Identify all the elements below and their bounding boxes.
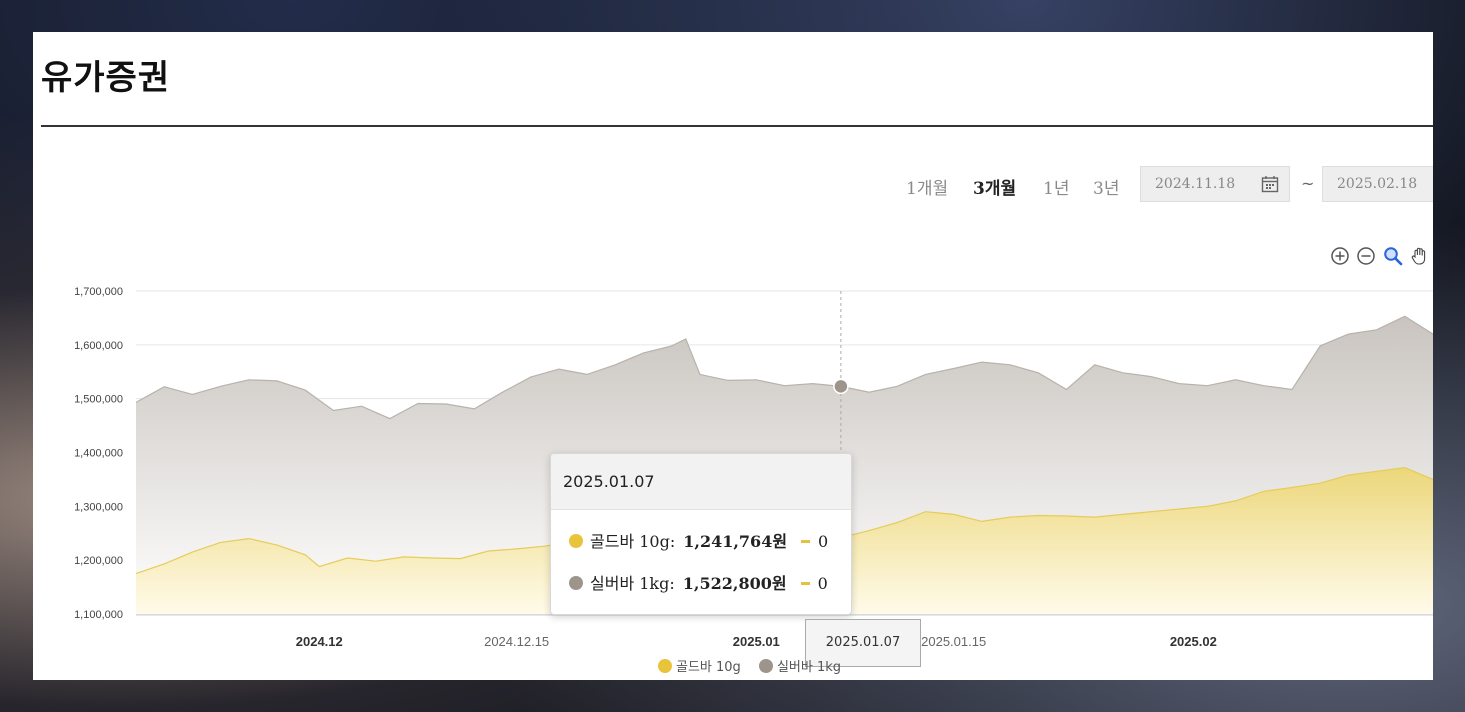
y-tick-label: 1,500,000 [74, 394, 123, 406]
y-tick-label: 1,300,000 [74, 501, 123, 513]
silver-legend-dot [758, 659, 773, 673]
silver-series-dot [569, 576, 583, 590]
tooltip-row-silver: 실버바 1kg: 1,522,800원 0 [569, 570, 828, 594]
chart-legend: 골드바 10g 실버바 1kg [658, 656, 855, 675]
silver-highlight-point [833, 378, 849, 395]
x-tick-label: 2024.12 [296, 634, 343, 649]
y-tick-label: 1,600,000 [74, 340, 123, 352]
tooltip-date: 2025.01.07 [551, 454, 851, 510]
legend-silver-label: 실버바 1kg [776, 660, 842, 675]
content-panel: 유가증권 1개월 3개월 1년 3년 2024.11.18 ~ 2025.02.… [33, 32, 1433, 680]
legend-gold-label: 골드바 10g [676, 660, 741, 675]
y-tick-label: 1,400,000 [74, 448, 123, 460]
y-tick-label: 1,700,000 [74, 286, 123, 298]
y-tick-label: 1,200,000 [74, 555, 123, 567]
tooltip-silver-label: 실버바 1kg: [590, 574, 675, 593]
tooltip-silver-change: 0 [817, 574, 828, 593]
tooltip-row-gold: 골드바 10g: 1,241,764원 0 [569, 528, 828, 552]
x-tick-label: 2024.12.15 [484, 634, 549, 649]
x-tick-label: 2025.01.15 [921, 634, 986, 649]
x-tick-label: 2025.02 [1170, 634, 1217, 649]
change-dash-icon [800, 582, 810, 585]
tooltip-gold-label: 골드바 10g: [590, 532, 676, 551]
tooltip-silver-value: 1,522,800원 [682, 574, 787, 593]
x-tick-label: 2025.01 [733, 634, 780, 649]
gold-legend-dot [658, 659, 672, 673]
gold-series-dot [569, 534, 583, 548]
tooltip-gold-change: 0 [818, 532, 829, 551]
change-dash-icon [801, 540, 811, 543]
chart-tooltip: 2025.01.07 골드바 10g: 1,241,764원 0 실버바 1kg: 1… [550, 453, 852, 615]
y-tick-label: 1,100,000 [74, 609, 123, 621]
legend-item-gold[interactable]: 골드바 10g [658, 656, 741, 675]
legend-item-silver[interactable]: 실버바 1kg [758, 656, 842, 675]
tooltip-gold-value: 1,241,764원 [683, 532, 788, 551]
